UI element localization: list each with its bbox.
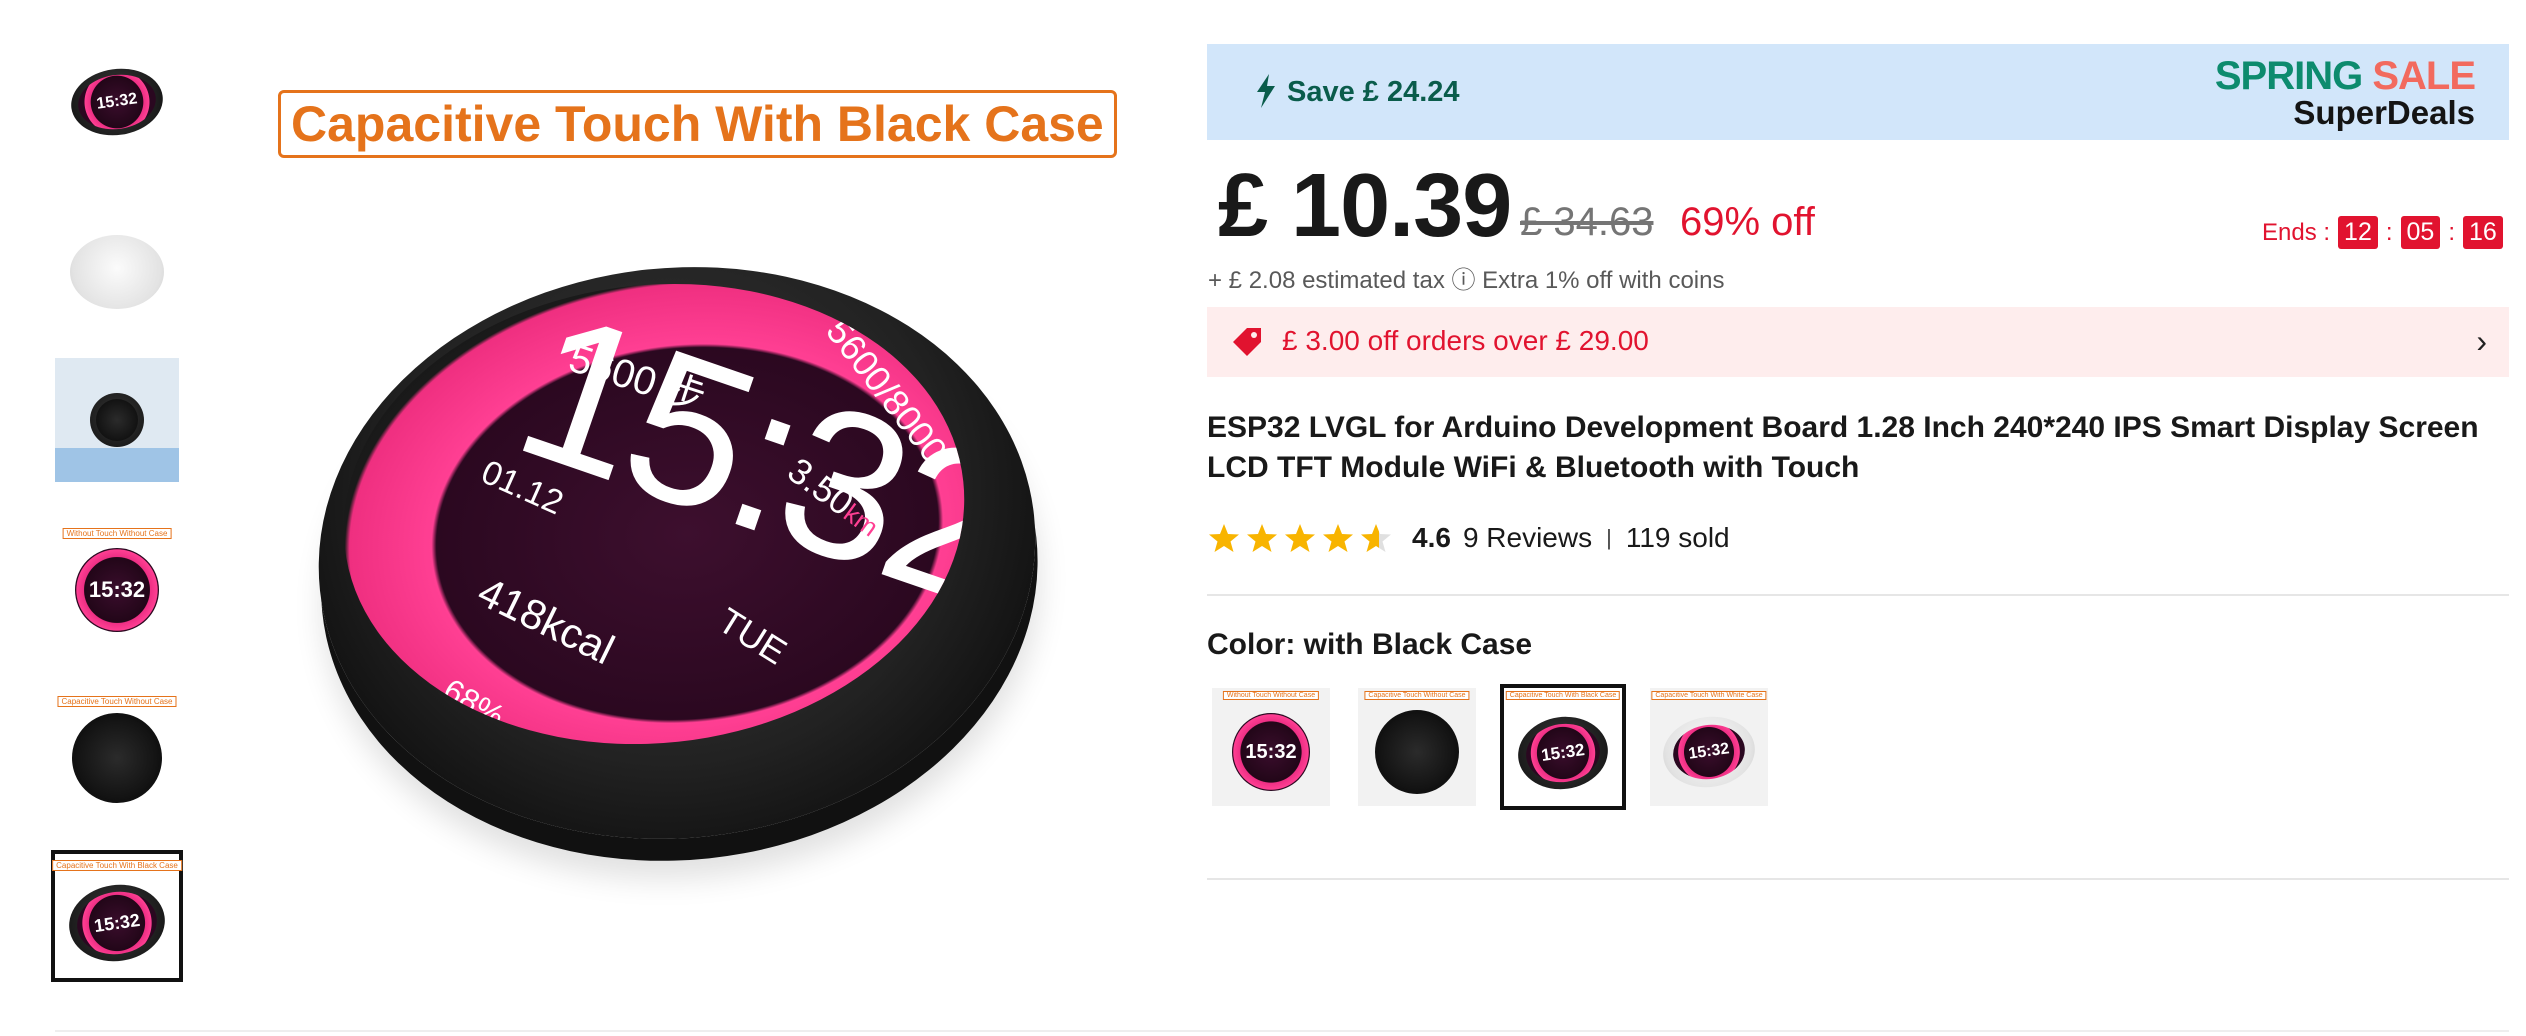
thumbnail-5[interactable]: Capacitive Touch Without Case — [55, 690, 179, 814]
thumbnail-caption: Without Touch Without Case — [62, 528, 172, 539]
original-price: £ 34.63 — [1520, 200, 1654, 244]
device-screen: 15:32 — [74, 69, 160, 135]
coupon-banner[interactable]: £ 3.00 off orders over £ 29.00 › — [1207, 307, 2509, 377]
tax-note: + £ 2.08 estimated tax ⓘ Extra 1% off wi… — [1208, 267, 1725, 294]
device-screen: 15:32 — [1522, 719, 1604, 787]
event-word-spring: SPRING — [2214, 54, 2363, 98]
event-title: SPRING SALE — [2214, 54, 2476, 99]
color-option-white-case[interactable]: Capacitive Touch With White Case 15:32 — [1650, 688, 1768, 806]
device-desk-image — [90, 393, 144, 447]
superdeals-brand: SuperDeals — [2293, 94, 2475, 131]
device-screen: 15:32 — [1669, 720, 1749, 784]
countdown-timer: Ends : 12 : 05 : 16 — [2262, 216, 2503, 249]
color-option-capacitive-without-case[interactable]: Capacitive Touch Without Case — [1358, 688, 1476, 806]
star-icon — [1209, 524, 1239, 552]
swatch-device-image: 15:32 — [1658, 710, 1760, 794]
tag-icon — [1233, 328, 1261, 356]
thumbnail-2[interactable] — [55, 210, 179, 334]
product-title: ESP32 LVGL for Arduino Development Board… — [1207, 411, 2479, 484]
color-option-black-case-selected[interactable]: Capacitive Touch With Black Case 15:32 — [1500, 684, 1626, 810]
reviews-count[interactable]: 9 Reviews — [1463, 522, 1592, 554]
screen-time: 15:32 — [88, 577, 146, 602]
countdown-hours: 12 — [2338, 216, 2378, 249]
rating-score: 4.6 — [1412, 522, 1451, 553]
countdown-seconds: 16 — [2463, 216, 2503, 249]
thumbnail-3[interactable] — [55, 358, 179, 482]
thumbnail-1[interactable]: 15:32 — [55, 40, 179, 164]
chevron-right-icon: › — [2476, 323, 2487, 359]
device-black-case-image: 15:32 — [66, 62, 168, 142]
countdown-sep: : — [2385, 218, 2393, 246]
coupon-text: £ 3.00 off orders over £ 29.00 — [1282, 325, 1649, 356]
countdown-label: Ends : — [2262, 218, 2331, 246]
color-label: Color: with Black Case — [1207, 628, 1533, 661]
thumbnail-6-selected[interactable]: Capacitive Touch With Black Case 15:32 — [51, 850, 183, 982]
rating-row[interactable]: 4.6 9 Reviews | 119 sold — [1208, 522, 1730, 554]
divider — [1207, 594, 2509, 596]
star-icon — [1361, 524, 1391, 552]
screen-time: 15:32 — [95, 90, 139, 113]
swatch-device-image: 15:32 — [1513, 711, 1613, 795]
swatch-caption: Capacitive Touch Without Case — [1364, 691, 1470, 700]
device-pink-screen-image: 15:32 — [75, 548, 159, 632]
device-screen — [96, 399, 138, 441]
screen-time: 15:32 — [1540, 740, 1586, 765]
thumbnail-4[interactable]: Without Touch Without Case 15:32 — [55, 522, 179, 646]
swatch-device-image — [1375, 710, 1459, 794]
discount-percent: 69% off — [1680, 200, 1815, 244]
screen-time: 15:32 — [92, 909, 142, 936]
swatch-caption: Without Touch Without Case — [1222, 691, 1320, 700]
main-image-variant-label: Capacitive Touch With Black Case — [278, 90, 1117, 158]
star-icon — [1285, 524, 1315, 552]
swatch-device-image: 15:32 — [1232, 713, 1310, 791]
device-screen: 15:32 — [73, 886, 161, 960]
event-word-sale: SALE — [2372, 54, 2476, 98]
divider — [1207, 878, 2509, 880]
swatch-caption: Capacitive Touch With White Case — [1651, 691, 1767, 700]
screen-time: 15:32 — [1687, 740, 1731, 763]
screen-calories: 418kcal — [470, 567, 622, 674]
thumbnail-caption: Capacitive Touch With Black Case — [52, 860, 182, 871]
screen-time: 15:32 — [1245, 740, 1297, 763]
device-dark-screen-image — [72, 713, 162, 803]
star-icon — [1323, 524, 1353, 552]
swatch-caption: Capacitive Touch With Black Case — [1505, 691, 1621, 700]
screen-day: TUE — [711, 599, 794, 673]
device-white-case-image — [70, 235, 164, 309]
device-black-case-image: 15:32 — [64, 878, 170, 968]
divider — [55, 1030, 2509, 1032]
sold-count: 119 sold — [1625, 522, 1730, 553]
countdown-sep: : — [2448, 218, 2456, 246]
current-price: £ 10.39 — [1218, 156, 1512, 256]
color-option-without-touch-without-case[interactable]: Without Touch Without Case 15:32 — [1212, 688, 1330, 806]
rating-separator: | — [1606, 525, 1612, 550]
countdown-minutes: 05 — [2400, 216, 2441, 249]
thumbnail-caption: Capacitive Touch Without Case — [57, 696, 177, 707]
promo-banner: Save £ 24.24 SPRING SALE SuperDeals — [1207, 44, 2509, 140]
save-amount: Save £ 24.24 — [1287, 76, 1460, 108]
desk-surface — [55, 448, 179, 482]
lightning-icon — [1257, 74, 1275, 108]
star-icon — [1247, 524, 1277, 552]
star-rating — [1208, 522, 1392, 554]
